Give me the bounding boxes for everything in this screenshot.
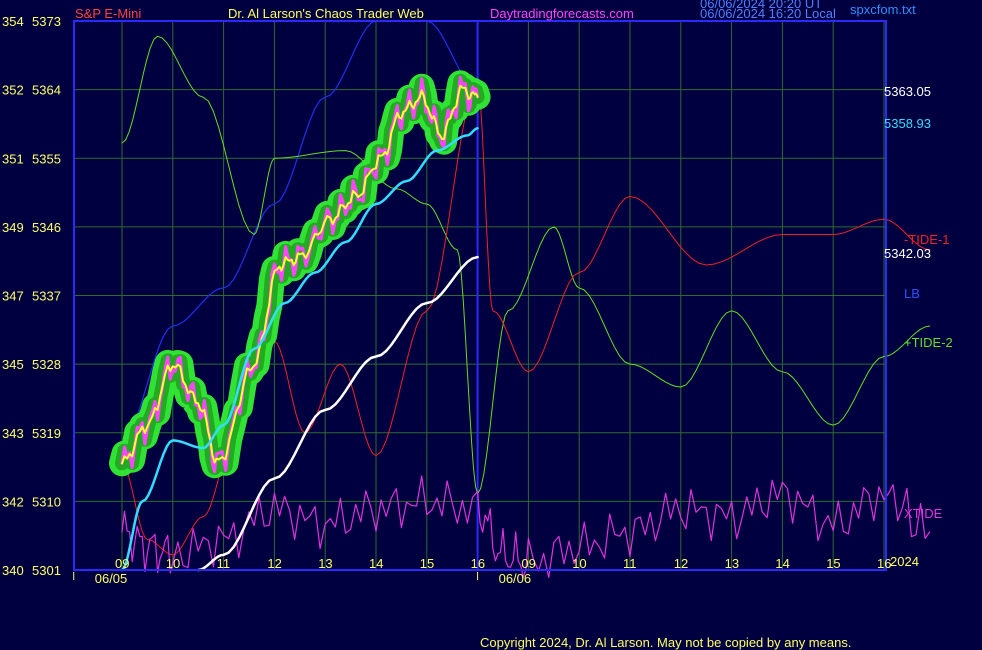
xtide-label: XTIDE bbox=[904, 506, 943, 521]
y-tick-price: 5337 bbox=[32, 289, 61, 304]
y-tick-price: 5328 bbox=[32, 357, 61, 372]
site-name[interactable]: Daytradingforecasts.com bbox=[490, 6, 634, 21]
y-tick-degrees: 354 bbox=[2, 14, 24, 29]
tide1-label: -TIDE-1 bbox=[904, 232, 950, 247]
chart-title: Dr. Al Larson's Chaos Trader Web bbox=[228, 6, 424, 21]
file-name: spxcfom.txt bbox=[850, 2, 916, 17]
date-label: 06/06 bbox=[499, 571, 532, 586]
y-tick-price: 5301 bbox=[32, 563, 61, 578]
local-timestamp: 06/06/2024 16:20 Local bbox=[700, 6, 836, 21]
chaos-trader-chart: 354 5373 352 5364 351 5355 349 5346 347 5337 345 53… bbox=[2, 0, 953, 586]
x-tick-label: 12 bbox=[674, 556, 688, 571]
x-tick-label: 14 bbox=[369, 556, 383, 571]
x-tick-label: 16 bbox=[471, 556, 485, 571]
year-label: 2024 bbox=[890, 554, 919, 569]
y-tick-degrees: 352 bbox=[2, 83, 24, 98]
white-value-label: 5342.03 bbox=[884, 246, 931, 261]
copyright-notice: Copyright 2024, Dr. Al Larson. May not b… bbox=[480, 635, 852, 650]
x-tick-label: 13 bbox=[725, 556, 739, 571]
y-tick-degrees: 342 bbox=[2, 494, 24, 509]
lb-label: LB bbox=[904, 286, 920, 301]
series-tide1 bbox=[121, 81, 931, 556]
x-tick-label: 14 bbox=[775, 556, 789, 571]
x-tick-label: 13 bbox=[318, 556, 332, 571]
cyan-value-label: 5358.93 bbox=[884, 116, 931, 131]
y-tick-price: 5373 bbox=[32, 14, 61, 29]
y-tick-degrees: 343 bbox=[2, 426, 24, 441]
x-tick-label: 09 bbox=[521, 556, 535, 571]
symbol-label: S&P E-Mini bbox=[75, 6, 141, 21]
x-tick-label: 10 bbox=[166, 556, 180, 571]
x-tick-label: 15 bbox=[420, 556, 434, 571]
tide2-label: +TIDE-2 bbox=[904, 335, 953, 350]
x-tick-label: 12 bbox=[267, 556, 281, 571]
y-tick-degrees: 347 bbox=[2, 289, 24, 304]
x-tick-label: 09 bbox=[115, 556, 129, 571]
y-tick-price: 5319 bbox=[32, 426, 61, 441]
y-tick-price: 5310 bbox=[32, 494, 61, 509]
left-axis: 354 5373 352 5364 351 5355 349 5346 347 5337 345 53… bbox=[2, 14, 61, 578]
chart-series bbox=[109, 20, 931, 579]
y-tick-degrees: 345 bbox=[2, 357, 24, 372]
y-tick-degrees: 349 bbox=[2, 220, 24, 235]
x-tick-label: 10 bbox=[572, 556, 586, 571]
series-cyan bbox=[120, 127, 479, 572]
x-tick-label: 15 bbox=[826, 556, 840, 571]
y-tick-degrees: 340 bbox=[2, 563, 24, 578]
x-tick-label: 11 bbox=[217, 556, 231, 571]
date-label: 06/05 bbox=[95, 571, 128, 586]
y-tick-degrees: 351 bbox=[2, 151, 24, 166]
y-tick-price: 5364 bbox=[32, 83, 61, 98]
y-tick-price: 5355 bbox=[32, 151, 61, 166]
y-tick-price: 5346 bbox=[32, 220, 61, 235]
series-price-glow-inner bbox=[115, 73, 485, 475]
x-tick-label: 11 bbox=[623, 556, 637, 571]
price-high-label: 5363.05 bbox=[884, 84, 931, 99]
